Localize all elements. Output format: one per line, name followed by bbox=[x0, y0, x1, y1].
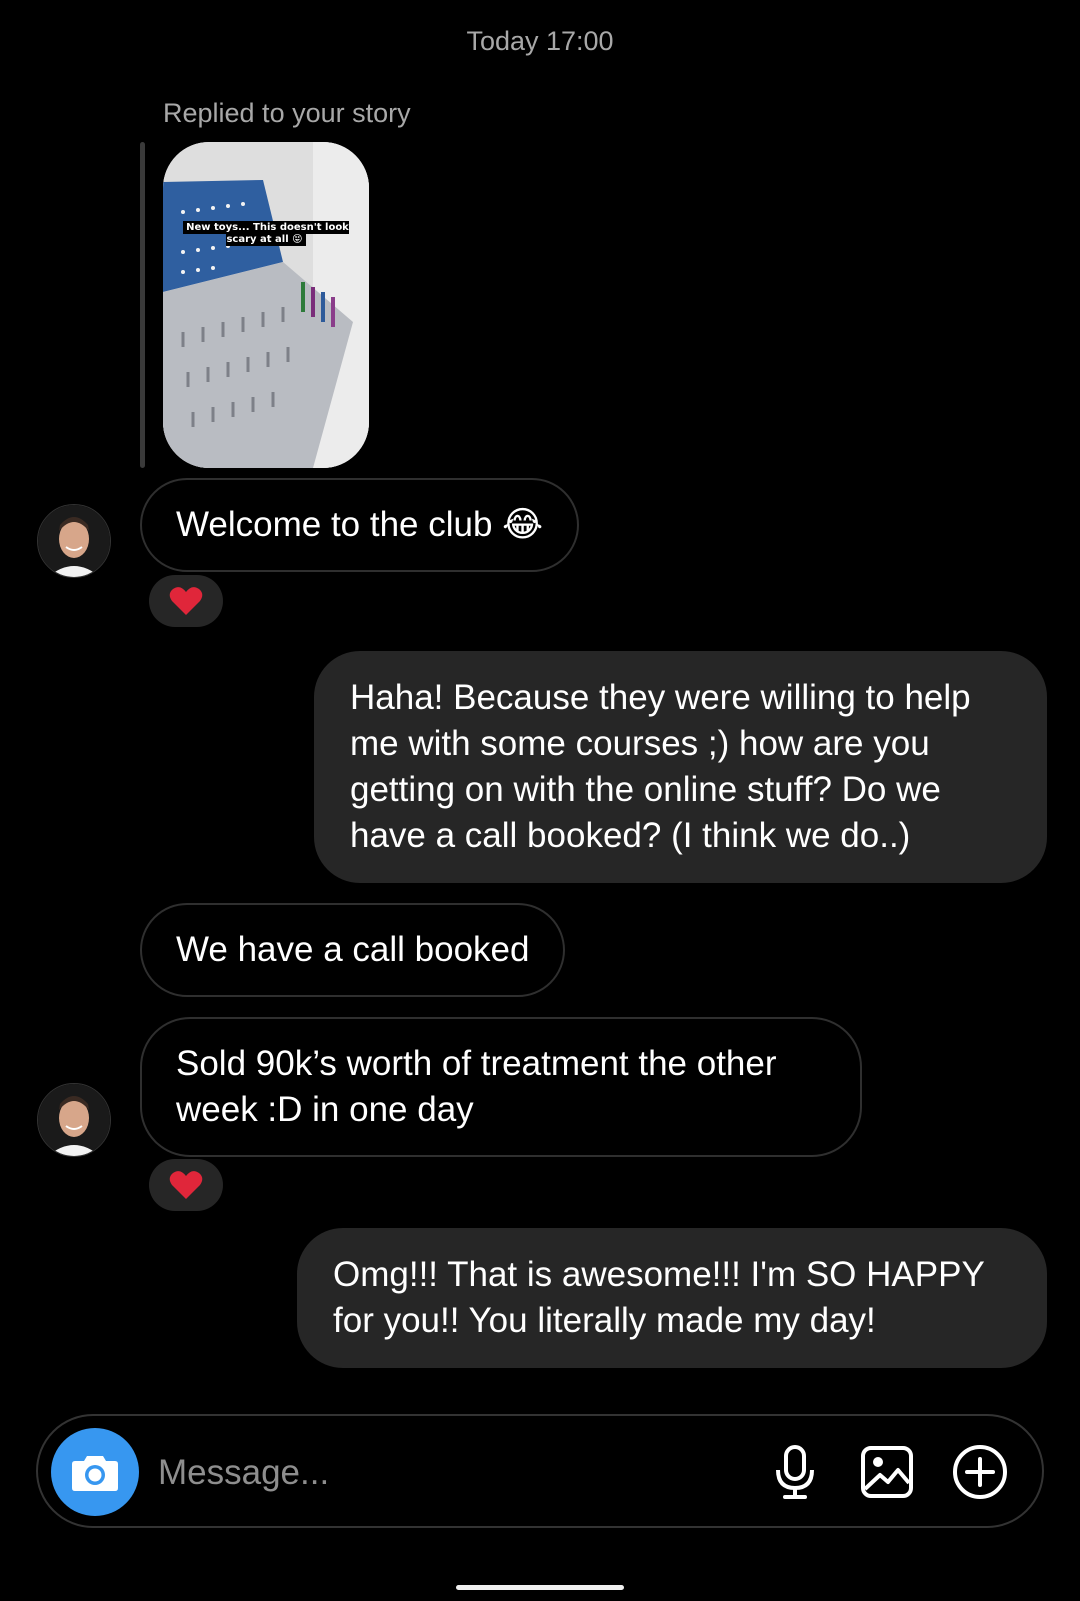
more-actions-button[interactable] bbox=[950, 1442, 1010, 1502]
sender-avatar[interactable] bbox=[37, 504, 111, 578]
microphone-icon bbox=[776, 1445, 814, 1499]
microphone-button[interactable] bbox=[765, 1442, 825, 1502]
message-composer bbox=[36, 1414, 1044, 1528]
message-bubble-outgoing[interactable]: Haha! Because they were willing to help … bbox=[314, 651, 1047, 883]
heart-icon bbox=[169, 587, 203, 615]
camera-button[interactable] bbox=[51, 1428, 139, 1516]
gallery-button[interactable] bbox=[857, 1442, 917, 1502]
message-bubble-incoming[interactable]: Sold 90k’s worth of treatment the other … bbox=[140, 1017, 862, 1157]
reply-indicator-bar bbox=[140, 142, 145, 468]
story-image bbox=[163, 142, 369, 468]
plus-circle-icon bbox=[953, 1445, 1007, 1499]
camera-icon bbox=[72, 1456, 118, 1491]
message-input[interactable] bbox=[156, 1442, 620, 1504]
story-caption: New toys... This doesn't look scary at a… bbox=[177, 221, 355, 246]
story-thumbnail[interactable]: New toys... This doesn't look scary at a… bbox=[163, 142, 369, 468]
story-reply-label: Replied to your story bbox=[163, 98, 411, 128]
heart-reaction[interactable] bbox=[149, 575, 223, 627]
message-bubble-incoming[interactable]: Welcome to the club 😂 bbox=[140, 478, 580, 572]
avatar-photo bbox=[38, 505, 110, 577]
message-bubble-outgoing[interactable]: Omg!!! That is awesome!!! I'm SO HAPPY f… bbox=[297, 1228, 1047, 1368]
home-indicator[interactable] bbox=[456, 1585, 624, 1590]
message-bubble-incoming[interactable]: We have a call booked bbox=[140, 903, 566, 997]
timestamp: Today 17:00 bbox=[466, 26, 614, 56]
heart-icon bbox=[169, 1171, 203, 1199]
heart-reaction[interactable] bbox=[149, 1159, 223, 1211]
gallery-icon bbox=[861, 1446, 913, 1498]
sender-avatar[interactable] bbox=[37, 1083, 111, 1157]
avatar-photo bbox=[38, 1084, 110, 1156]
